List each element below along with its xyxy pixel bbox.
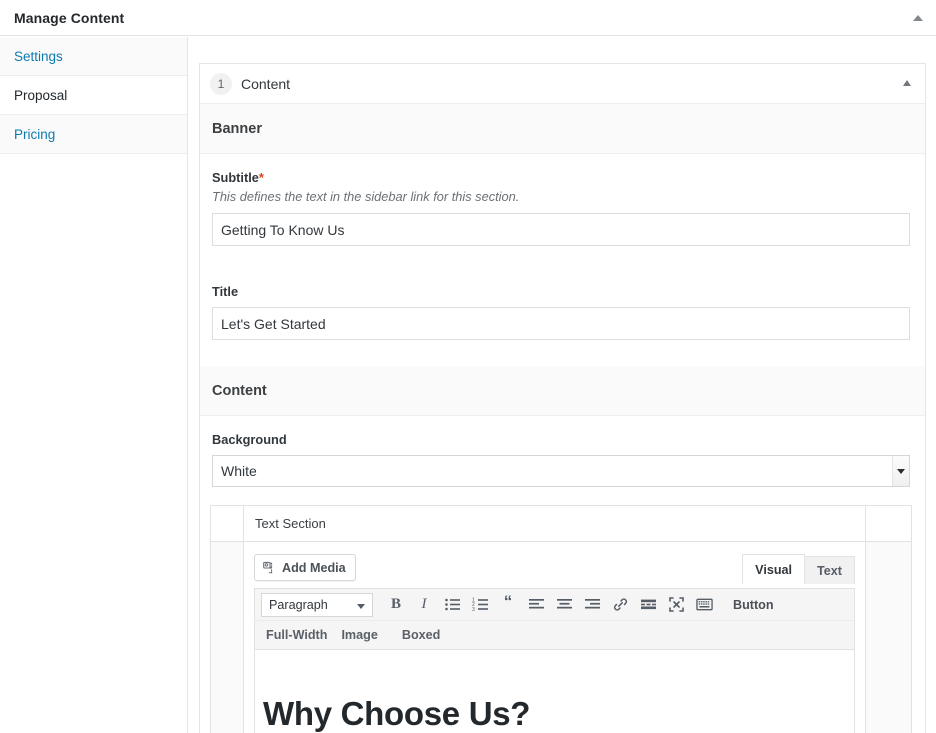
bulleted-list-icon[interactable]	[439, 592, 465, 618]
background-select[interactable]: White	[212, 455, 910, 487]
panel-index-badge: 1	[210, 72, 232, 95]
main-content: 1 Content Banner Subtitle* This defines …	[189, 37, 936, 733]
sidebar-item-settings[interactable]: Settings	[0, 37, 187, 76]
sidebar-item-label: Proposal	[14, 87, 68, 103]
section-heading-label: Banner	[212, 120, 262, 137]
caret-down-shape	[897, 468, 905, 474]
italic-icon[interactable]: I	[411, 592, 437, 618]
background-select-value: White	[221, 463, 257, 479]
row-label: Text Section	[255, 516, 326, 531]
format-select-value: Paragraph	[269, 597, 328, 612]
section-heading-content: Content	[200, 366, 925, 416]
sidebar-item-proposal[interactable]: Proposal	[0, 76, 187, 115]
caret-down-icon[interactable]	[892, 456, 909, 486]
triangle-up-icon[interactable]	[913, 13, 925, 25]
field-label: Title	[212, 284, 911, 299]
format-select[interactable]: Paragraph	[261, 592, 373, 617]
drag-handle-cell[interactable]	[210, 541, 244, 733]
sidebar-item-label: Settings	[14, 48, 63, 64]
repeater-table: Text Section Add Media Visual Text Parag…	[210, 505, 912, 733]
drag-handle-cell[interactable]	[210, 505, 244, 542]
panel-header[interactable]: 1 Content	[200, 64, 925, 104]
toolbar-row-1: Paragraph B I 1 2 3 “ Button	[255, 589, 854, 620]
boxed-button[interactable]: Boxed	[397, 625, 446, 645]
background-select-wrap: White	[212, 455, 910, 487]
title-input[interactable]	[212, 307, 910, 340]
field-label-text: Background	[212, 432, 287, 447]
add-media-label: Add Media	[282, 560, 346, 575]
triangle-up-shape	[913, 15, 923, 21]
insert-media-icon	[263, 561, 277, 575]
section-heading-banner: Banner	[200, 104, 925, 154]
editor-content-heading: Why Choose Us?	[263, 695, 531, 732]
insert-button-shortcode-button[interactable]: Button	[733, 598, 774, 612]
field-description: This defines the text in the sidebar lin…	[212, 189, 520, 204]
required-marker: *	[258, 170, 264, 185]
tab-visual[interactable]: Visual	[742, 554, 806, 584]
row-actions-cell[interactable]	[865, 541, 912, 733]
triangle-up-icon[interactable]	[903, 80, 913, 90]
toolbar-row-2: Full-Width Image Boxed	[255, 620, 854, 649]
tab-label: Text	[817, 563, 842, 578]
panel-title: Content	[241, 75, 291, 92]
editor-toolbar: Paragraph B I 1 2 3 “ Button Full-Width …	[254, 588, 855, 649]
editor-mode-tabs: Visual Text	[742, 552, 855, 584]
field-title: Title	[200, 268, 925, 340]
sidebar-item-pricing[interactable]: Pricing	[0, 115, 187, 154]
insert-read-more-icon[interactable]	[635, 592, 661, 618]
field-background: Background White	[200, 416, 925, 487]
content-panel: 1 Content Banner Subtitle* This defines …	[199, 63, 926, 733]
insert-button-label: Button	[733, 597, 774, 612]
field-label: Background	[212, 432, 911, 447]
sidebar: Settings Proposal Pricing	[0, 37, 188, 733]
row-actions-cell[interactable]	[865, 505, 912, 542]
field-label-text: Subtitle	[212, 170, 259, 185]
subtitle-input[interactable]	[212, 213, 910, 246]
row-label-cell[interactable]: Text Section	[243, 505, 866, 542]
editor-topbar: Add Media Visual Text	[254, 552, 855, 588]
image-label: Image	[341, 628, 378, 642]
window-header: Manage Content	[0, 0, 936, 36]
table-header-row: Text Section	[210, 505, 912, 542]
table-row: Add Media Visual Text Paragraph B I 1 2 …	[210, 541, 912, 733]
caret-down-icon	[357, 603, 365, 609]
triangle-up-shape	[903, 80, 911, 86]
numbered-list-icon[interactable]: 1 2 3	[467, 592, 493, 618]
full-width-label: Full-Width	[266, 628, 328, 642]
insert-link-icon[interactable]	[607, 592, 633, 618]
align-right-icon[interactable]	[579, 592, 605, 618]
editor-cell: Add Media Visual Text Paragraph B I 1 2 …	[243, 541, 866, 733]
tab-label: Visual	[755, 562, 793, 577]
field-subtitle: Subtitle* This defines the text in the s…	[200, 154, 925, 246]
sidebar-item-label: Pricing	[14, 126, 56, 142]
editor-content-area[interactable]: Why Choose Us?	[254, 649, 855, 733]
field-label: Subtitle*	[212, 170, 911, 185]
sidebar-empty-area	[0, 154, 187, 193]
image-button[interactable]: Image	[336, 625, 382, 645]
boxed-label: Boxed	[401, 628, 441, 642]
page-title: Manage Content	[14, 10, 125, 26]
align-center-icon[interactable]	[551, 592, 577, 618]
keyboard-shortcuts-icon[interactable]	[691, 592, 717, 618]
add-media-button[interactable]: Add Media	[254, 554, 356, 581]
bold-icon[interactable]: B	[383, 592, 409, 618]
svg-text:3: 3	[472, 607, 475, 613]
blockquote-icon[interactable]: “	[495, 592, 521, 618]
tab-text[interactable]: Text	[804, 556, 855, 584]
full-width-button[interactable]: Full-Width	[261, 625, 332, 645]
section-heading-label: Content	[212, 382, 267, 399]
field-label-text: Title	[212, 284, 239, 299]
align-left-icon[interactable]	[523, 592, 549, 618]
fullscreen-icon[interactable]	[663, 592, 689, 618]
wp-editor: Add Media Visual Text Paragraph B I 1 2 …	[244, 542, 865, 733]
